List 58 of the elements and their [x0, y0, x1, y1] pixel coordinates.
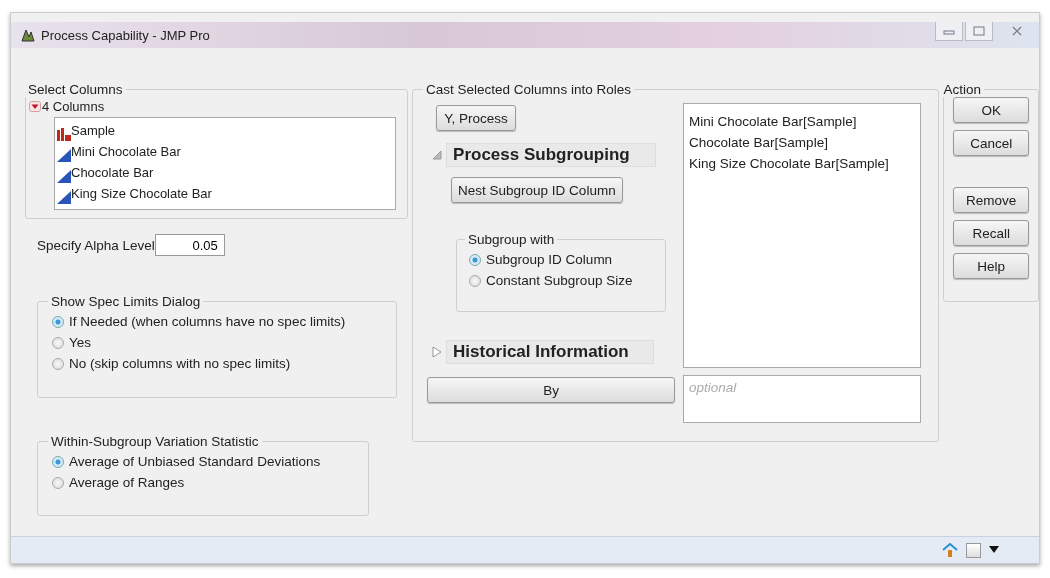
- nest-subgroup-button[interactable]: Nest Subgroup ID Column: [451, 177, 623, 203]
- radio-button[interactable]: [52, 315, 64, 328]
- y-process-button[interactable]: Y, Process: [436, 105, 517, 131]
- radio-label[interactable]: No (skip columns with no spec limits): [69, 356, 291, 371]
- radio-button[interactable]: [52, 336, 64, 349]
- role-item[interactable]: Chocolate Bar[Sample]: [689, 132, 916, 153]
- alpha-label: Specify Alpha Level: [37, 237, 155, 253]
- action-button[interactable]: Cancel: [953, 130, 1030, 156]
- radio-label[interactable]: Yes: [69, 335, 92, 350]
- column-count: 4 Columns: [42, 99, 105, 114]
- close-icon: [1012, 26, 1022, 36]
- column-name[interactable]: Sample: [71, 120, 116, 141]
- minimize-button[interactable]: [935, 22, 963, 41]
- radio-button[interactable]: [52, 455, 64, 468]
- alpha-field[interactable]: 0.05: [154, 234, 225, 256]
- triangle-icon: [57, 191, 71, 204]
- radio-label[interactable]: Average of Unbiased Standard Deviations: [69, 454, 321, 469]
- group-label: Subgroup with: [467, 232, 556, 247]
- window-title: Process Capability - JMP Pro: [41, 27, 210, 43]
- disclosure-icon[interactable]: [432, 149, 443, 161]
- bar-chart-icon: [57, 128, 71, 141]
- group-label: Action: [942, 82, 982, 97]
- column-name[interactable]: King Size Chocolate Bar: [71, 183, 212, 204]
- role-list[interactable]: Mini Chocolate Bar[Sample] Chocolate Bar[Sample] King Size Chocolate Bar[Sample]: [683, 103, 922, 368]
- radio-button[interactable]: [52, 476, 64, 489]
- triangle-icon: [57, 149, 71, 162]
- radio-label[interactable]: Average of Ranges: [69, 475, 185, 490]
- maximize-icon: [973, 26, 985, 36]
- group-label: Select Columns: [27, 82, 124, 97]
- by-button[interactable]: By: [427, 377, 676, 403]
- checkbox[interactable]: [966, 542, 981, 558]
- triangle-icon: [57, 170, 71, 183]
- column-name[interactable]: Mini Chocolate Bar: [71, 141, 181, 162]
- radio-label[interactable]: Subgroup ID Column: [486, 252, 613, 267]
- by-field[interactable]: optional: [683, 375, 922, 423]
- disclosure-icon[interactable]: [29, 101, 41, 112]
- dropdown-arrow-icon[interactable]: [989, 546, 999, 554]
- group-label: Show Spec Limits Dialog: [50, 294, 202, 309]
- group-label: Cast Selected Columns into Roles: [425, 82, 632, 97]
- radio-label[interactable]: Constant Subgroup Size: [486, 273, 633, 288]
- app-icon: [21, 28, 35, 42]
- role-item[interactable]: Mini Chocolate Bar[Sample]: [689, 111, 916, 132]
- radio-button[interactable]: [52, 357, 64, 370]
- home-icon[interactable]: [942, 543, 958, 557]
- radio-button[interactable]: [469, 253, 482, 266]
- action-button[interactable]: Remove: [953, 187, 1030, 213]
- maximize-button[interactable]: [965, 22, 993, 41]
- minimize-icon: [943, 27, 955, 35]
- action-button[interactable]: Help: [953, 253, 1030, 279]
- action-button[interactable]: OK: [953, 97, 1030, 123]
- role-item[interactable]: King Size Chocolate Bar[Sample]: [689, 153, 916, 174]
- disclosure-icon[interactable]: [432, 346, 443, 358]
- radio-label[interactable]: If Needed (when columns have no spec limits): [69, 314, 346, 329]
- column-name[interactable]: Chocolate Bar: [71, 162, 154, 183]
- radio-button[interactable]: [469, 274, 482, 287]
- column-list[interactable]: Sample Mini Chocolate Bar Chocolate Bar King Size Chocolate Bar: [54, 117, 396, 210]
- group-label: Within-Subgroup Variation Statistic: [50, 434, 260, 449]
- action-button[interactable]: Recall: [953, 220, 1030, 246]
